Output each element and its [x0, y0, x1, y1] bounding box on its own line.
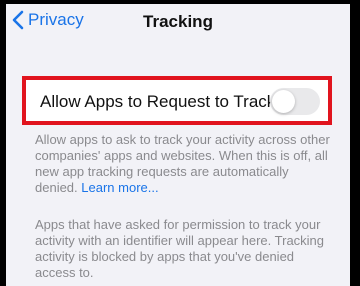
screen: Privacy Tracking Allow Apps to Request t… — [6, 4, 350, 286]
description-text: Allow apps to ask to track your activity… — [35, 132, 330, 195]
page-title: Tracking — [143, 12, 213, 31]
tracking-description: Allow apps to ask to track your activity… — [35, 132, 333, 196]
allow-tracking-label: Allow Apps to Request to Track — [40, 92, 276, 111]
toggle-knob — [272, 90, 295, 113]
tracking-info: Apps that have asked for permission to t… — [35, 217, 325, 280]
allow-tracking-row: Allow Apps to Request to Track — [22, 76, 332, 125]
allow-tracking-toggle[interactable] — [270, 88, 320, 115]
learn-more-link[interactable]: Learn more... — [81, 180, 158, 195]
navigation-bar: Privacy Tracking — [6, 4, 350, 48]
